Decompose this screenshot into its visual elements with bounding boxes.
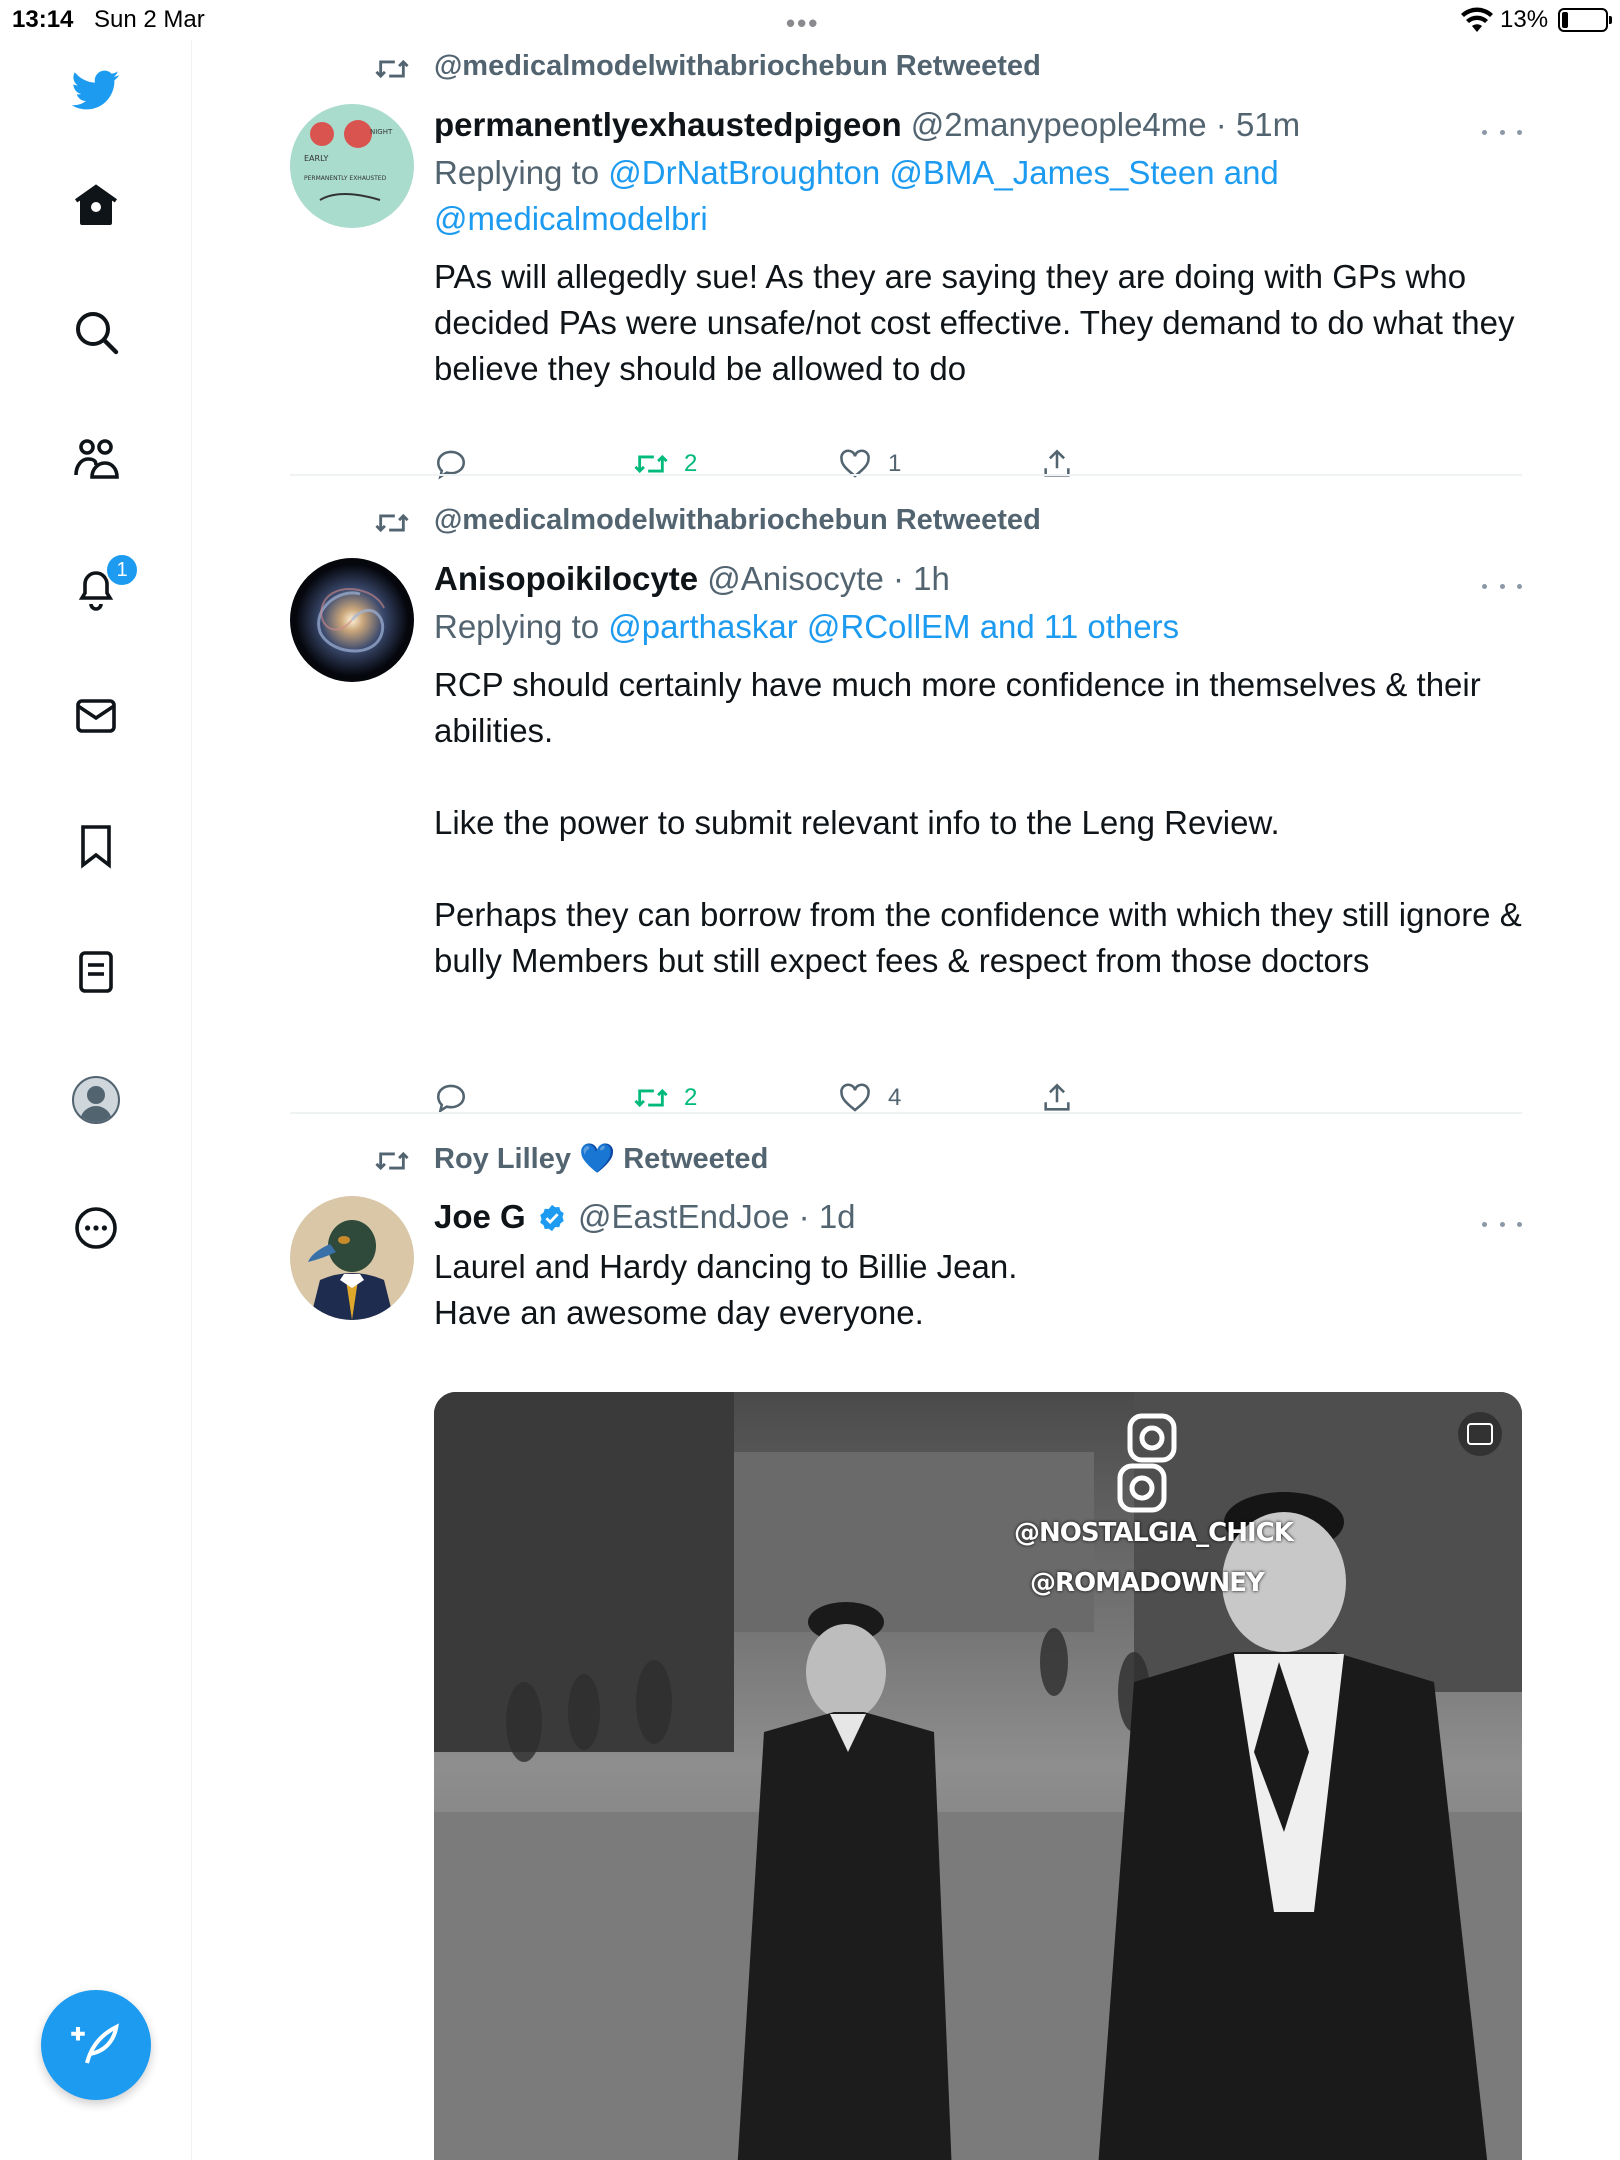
tweet-text: Laurel and Hardy dancing to Billie Jean.… <box>434 1248 1018 1331</box>
more-options-icon[interactable] <box>1482 576 1522 596</box>
replying-to: Replying to @DrNatBroughton @BMA_James_S… <box>434 150 1522 242</box>
mail-icon[interactable] <box>61 681 131 751</box>
replying-prefix: Replying to <box>434 154 600 191</box>
replying-prefix: Replying to <box>434 608 600 645</box>
retweeter-name[interactable]: Roy Lilley <box>434 1143 571 1175</box>
svg-text:EARLY: EARLY <box>304 154 328 163</box>
share-button[interactable] <box>1040 444 1074 484</box>
replying-to-links[interactable]: @DrNatBroughton @BMA_James_Steen and <box>608 154 1279 191</box>
retweet-button[interactable]: 2 <box>634 444 697 484</box>
home-icon[interactable] <box>61 170 131 240</box>
tweet-text: PAs will allegedly sue! As they are sayi… <box>434 258 1515 387</box>
status-date: Sun 2 Mar <box>94 6 205 33</box>
like-count: 4 <box>888 1084 902 1111</box>
search-icon[interactable] <box>61 297 131 367</box>
retweet-icon <box>375 59 409 79</box>
profile-avatar-icon[interactable] <box>61 1065 131 1135</box>
tweet-header: Joe G @EastEndJoe · 1d <box>434 1196 1522 1238</box>
avatar[interactable]: EARLY NIGHT PERMANENTLY EXHAUSTED <box>290 104 414 228</box>
tweet-text: RCP should certainly have much more conf… <box>434 666 1522 979</box>
tweet-divider <box>290 1112 1522 1114</box>
captions-icon <box>1458 1412 1502 1456</box>
battery-icon <box>1558 8 1612 32</box>
author-handle-time[interactable]: @2manypeople4me · 51m <box>911 106 1300 143</box>
retweeted-by-label[interactable]: Roy Lilley 💙 Retweeted <box>434 1142 768 1176</box>
replying-to: Replying to @parthaskar @RCollEM and 11 … <box>434 604 1522 650</box>
replying-to-links[interactable]: @parthaskar @RCollEM and 11 others <box>608 608 1179 645</box>
notifications-bell-icon[interactable]: 1 <box>61 553 139 623</box>
retweet-icon <box>634 1088 668 1108</box>
retweeted-suffix: Retweeted <box>623 1143 769 1175</box>
lists-icon[interactable] <box>61 937 131 1007</box>
retweeted-by-label[interactable]: @medicalmodelwithabriochebun Retweeted <box>434 50 1041 83</box>
avatar[interactable] <box>290 558 414 682</box>
avatar[interactable] <box>290 1196 414 1320</box>
retweet-icon <box>375 513 409 533</box>
status-time: 13:14 <box>12 6 74 33</box>
timeline: @medicalmodelwithabriochebun Retweeted E… <box>192 40 1620 2160</box>
replying-to-link[interactable]: @medicalmodelbri <box>434 200 708 237</box>
tweet-video[interactable]: @NOSTALGIA_CHICK @ROMADOWNEY <box>434 1392 1522 2160</box>
svg-text:PERMANENTLY EXHAUSTED: PERMANENTLY EXHAUSTED <box>304 175 387 182</box>
more-options-icon[interactable] <box>1482 122 1522 142</box>
share-icon <box>1044 1083 1070 1111</box>
author-handle-time[interactable]: @EastEndJoe · 1d <box>578 1198 856 1235</box>
compose-icon <box>71 2023 119 2064</box>
author-name[interactable]: permanentlyexhaustedpigeon <box>434 106 902 143</box>
multitasking-dots-icon[interactable]: ••• <box>786 8 819 39</box>
author-name[interactable]: Anisopoikilocyte <box>434 560 698 597</box>
reply-icon <box>436 1084 466 1114</box>
more-circle-icon[interactable] <box>61 1193 131 1263</box>
video-frame <box>434 1392 1522 2160</box>
compose-tweet-button[interactable] <box>41 1990 151 2100</box>
retweet-count: 2 <box>684 1084 698 1111</box>
more-options-icon[interactable] <box>1482 1214 1522 1234</box>
retweeted-by-label[interactable]: @medicalmodelwithabriochebun Retweeted <box>434 504 1041 537</box>
notification-badge: 1 <box>105 553 139 587</box>
heart-icon <box>840 1083 870 1112</box>
watermark-nostalgia: @NOSTALGIA_CHICK <box>1014 1518 1294 1548</box>
sidebar: 1 <box>0 40 192 2160</box>
blue-heart-emoji: 💙 <box>579 1143 616 1175</box>
author-handle-time[interactable]: @Anisocyte · 1h <box>707 560 950 597</box>
like-button[interactable]: 1 <box>838 444 901 484</box>
bookmark-icon[interactable] <box>61 810 131 880</box>
tweet-header: permanentlyexhaustedpigeon @2manypeople4… <box>434 104 1522 146</box>
twitter-bird-icon[interactable] <box>61 55 131 125</box>
status-bar: 13:14 Sun 2 Mar ••• 13% <box>0 0 1620 40</box>
tweet-header: Anisopoikilocyte @Anisocyte · 1h <box>434 558 1522 600</box>
svg-text:NIGHT: NIGHT <box>370 128 393 136</box>
tweet-actions: 2 1 <box>434 444 1134 484</box>
retweet-icon <box>375 1151 409 1171</box>
reply-button[interactable] <box>434 444 468 484</box>
tweet-divider <box>290 474 1522 476</box>
watermark-romadowney: @ROMADOWNEY <box>1030 1568 1265 1598</box>
battery-percent: 13% <box>1500 6 1549 33</box>
wifi-icon <box>1461 7 1493 32</box>
communities-icon[interactable] <box>61 424 131 494</box>
verified-badge-icon <box>540 1204 564 1232</box>
author-name[interactable]: Joe G <box>434 1198 526 1235</box>
